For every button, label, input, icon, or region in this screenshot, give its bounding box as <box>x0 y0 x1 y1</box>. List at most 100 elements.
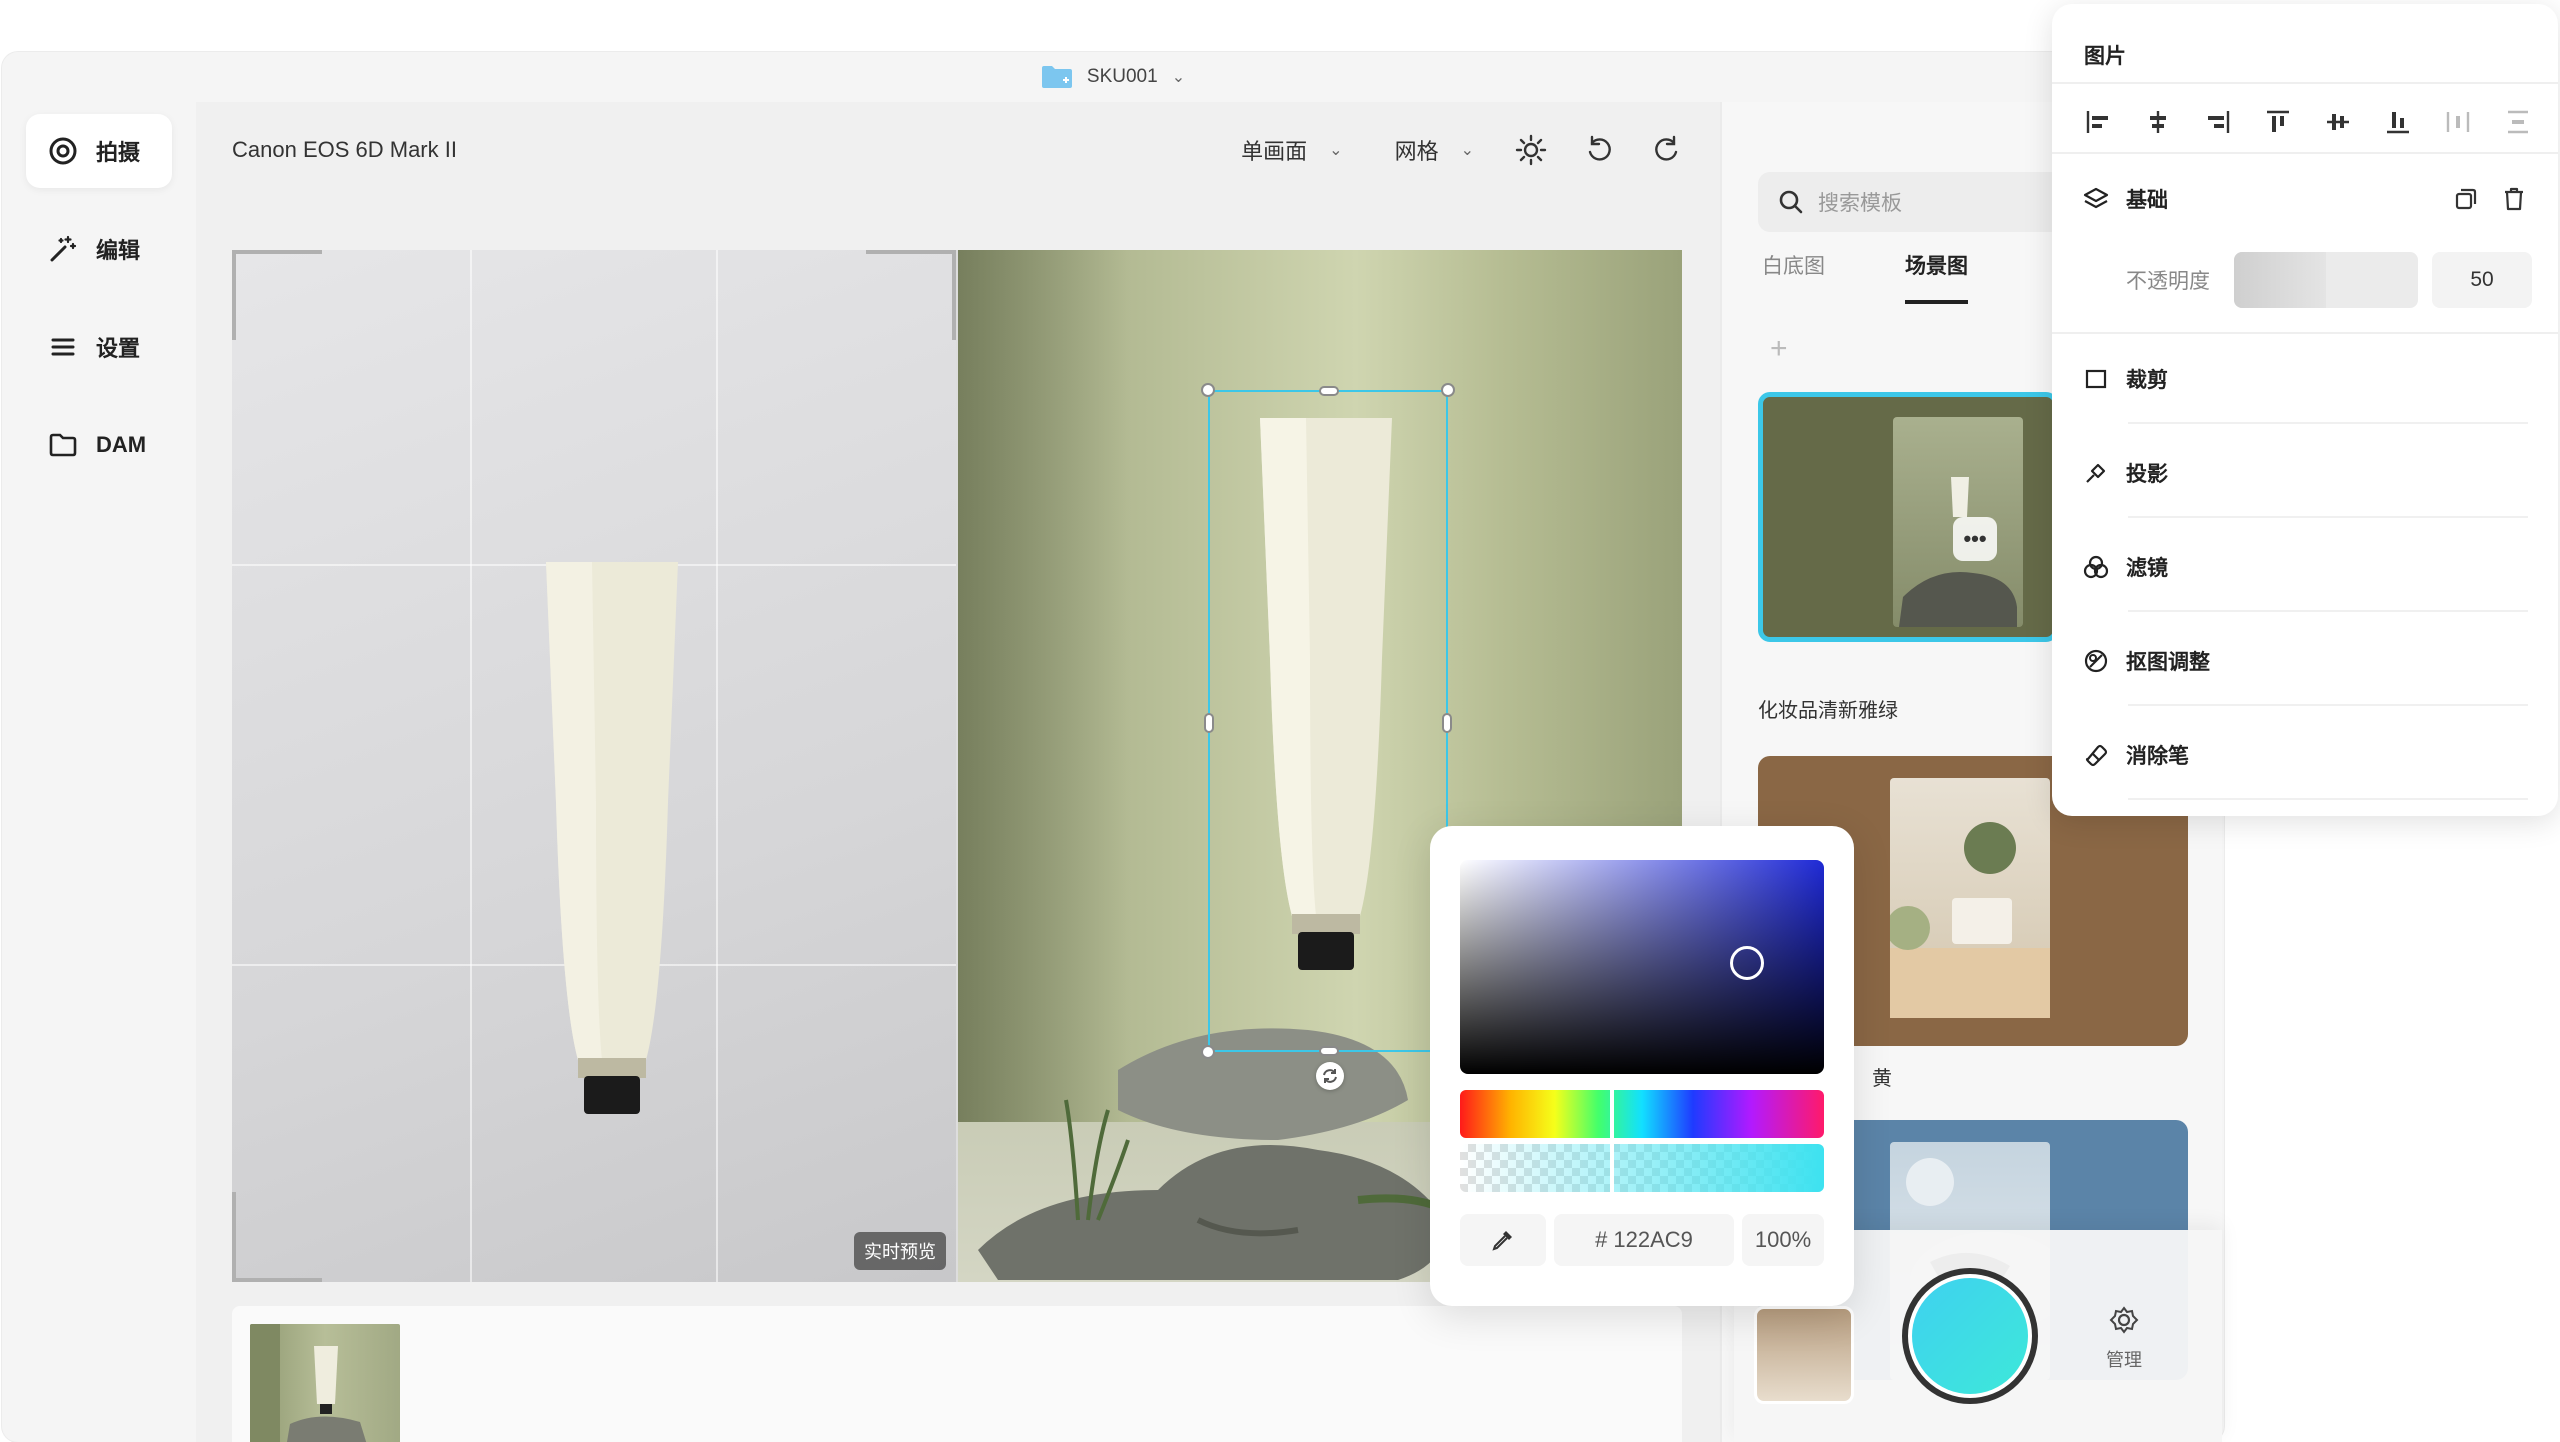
eraser-icon <box>2085 744 2108 767</box>
divider <box>2128 704 2528 706</box>
alpha-gradient <box>1460 1144 1824 1192</box>
chevron-down-icon: ⌄ <box>1460 142 1474 159</box>
eyedropper-button[interactable] <box>1460 1214 1546 1266</box>
align-right-icon <box>2208 111 2230 133</box>
resize-handle-top[interactable] <box>1319 386 1339 396</box>
resize-handle-tl[interactable] <box>1201 383 1215 397</box>
alpha-input[interactable]: 100% <box>1742 1214 1824 1266</box>
section-cutout[interactable]: 抠图调整 <box>2082 646 2528 676</box>
opacity-label: 不透明度 <box>2126 270 2210 293</box>
section-filter[interactable]: 滤镜 <box>2082 552 2528 582</box>
nav-item-label: 设置 <box>96 336 141 361</box>
hue-slider-thumb[interactable] <box>1610 1086 1614 1142</box>
canvas-toolbar: Canon EOS 6D Mark II 单画面 ⌄ 网格 ⌄ <box>196 102 1720 198</box>
panel-title: 图片 <box>2084 45 2126 68</box>
hex-input[interactable]: # 122AC9 <box>1554 1214 1734 1266</box>
duplicate-icon[interactable] <box>2452 185 2480 213</box>
color-input-row: # 122AC9 100% <box>1460 1214 1824 1266</box>
divider <box>2128 798 2528 800</box>
shadow-icon <box>2086 463 2106 483</box>
align-right-button[interactable] <box>2200 104 2236 140</box>
manage-label: 管理 <box>2106 1350 2142 1370</box>
brightness-button[interactable] <box>1514 133 1548 167</box>
align-center-h-icon <box>2150 111 2166 133</box>
manage-button[interactable]: 管理 <box>2106 1304 2142 1372</box>
last-capture-thumbnail[interactable] <box>1754 1306 1854 1404</box>
section-label: 投影 <box>2126 463 2168 486</box>
resize-handle-tr[interactable] <box>1441 383 1455 397</box>
nav-item-settings[interactable]: 设置 <box>26 310 172 384</box>
grid-select[interactable]: 网格 ⌄ <box>1395 134 1474 166</box>
tab-white-bg[interactable]: 白底图 <box>1762 250 1825 304</box>
distribute-v-button[interactable] <box>2500 104 2536 140</box>
add-template-icon[interactable]: + <box>1770 332 1788 366</box>
folder-icon <box>49 433 77 457</box>
search-icon <box>1779 190 1803 214</box>
align-left-button[interactable] <box>2080 104 2116 140</box>
distribute-h-button[interactable] <box>2440 104 2476 140</box>
tab-scene[interactable]: 场景图 <box>1905 250 1968 304</box>
project-name[interactable]: SKU001 <box>1087 66 1158 88</box>
distribute-v-icon <box>2508 110 2528 134</box>
section-label: 抠图调整 <box>2126 651 2210 674</box>
crop-icon <box>2085 369 2107 389</box>
template-more-button[interactable]: ••• <box>1953 517 1997 561</box>
menu-icon <box>51 338 75 356</box>
nav-item-label: 编辑 <box>96 238 141 263</box>
rotate-left-icon <box>1588 135 1611 161</box>
distribute-h-icon <box>2446 112 2470 132</box>
sun-icon <box>1515 134 1547 166</box>
template-card-selected[interactable]: ••• <box>1758 392 2058 642</box>
nav-item-edit[interactable]: 编辑 <box>26 212 172 286</box>
camera-name: Canon EOS 6D Mark II <box>232 137 457 162</box>
resize-handle-right[interactable] <box>1442 713 1452 733</box>
shutter-button[interactable] <box>1902 1268 2038 1404</box>
align-center-v-button[interactable] <box>2320 104 2356 140</box>
rotate-handle[interactable] <box>1316 1062 1344 1090</box>
view-mode-select[interactable]: 单画面 ⌄ <box>1241 134 1342 166</box>
magic-wand-icon <box>50 235 77 262</box>
filmstrip-thumbnail[interactable] <box>250 1324 400 1442</box>
align-toolbar <box>2080 104 2536 140</box>
cutout-icon <box>2084 649 2108 673</box>
nav-item-dam[interactable]: DAM <box>26 408 172 482</box>
shutter-color-fill <box>1912 1278 2028 1394</box>
chevron-down-icon[interactable]: ⌄ <box>1172 67 1185 87</box>
color-picker-popover: # 122AC9 100% <box>1430 826 1854 1306</box>
section-eraser[interactable]: 消除笔 <box>2082 740 2528 770</box>
trash-icon[interactable] <box>2500 185 2528 213</box>
opacity-value-input[interactable]: 50 <box>2432 252 2532 308</box>
alpha-slider[interactable] <box>1460 1144 1824 1192</box>
align-bottom-icon <box>2387 112 2409 134</box>
resize-handle-left[interactable] <box>1204 713 1214 733</box>
hue-slider[interactable] <box>1460 1090 1824 1138</box>
align-top-button[interactable] <box>2260 104 2296 140</box>
resize-handle-bl[interactable] <box>1201 1045 1215 1059</box>
crop-corner <box>232 250 322 340</box>
saturation-value-area[interactable] <box>1460 860 1824 1074</box>
rotate-right-button[interactable] <box>1650 133 1684 167</box>
divider <box>2052 332 2558 334</box>
color-cursor[interactable] <box>1730 946 1764 980</box>
opacity-slider[interactable] <box>2234 252 2418 308</box>
align-bottom-button[interactable] <box>2380 104 2416 140</box>
nav-item-capture[interactable]: 拍摄 <box>26 114 172 188</box>
grid-line <box>470 250 472 1282</box>
opacity-row: 不透明度 50 <box>2126 252 2532 308</box>
alpha-slider-thumb[interactable] <box>1610 1140 1614 1196</box>
selection-box[interactable] <box>1201 383 1455 1059</box>
section-basic-label: 基础 <box>2126 189 2168 212</box>
section-shadow[interactable]: 投影 <box>2082 458 2528 488</box>
align-center-h-button[interactable] <box>2140 104 2176 140</box>
rotate-left-button[interactable] <box>1582 133 1616 167</box>
crop-corner <box>232 1192 322 1282</box>
divider <box>2128 610 2528 612</box>
template-preview-image <box>1886 822 2050 1018</box>
product-tube-image <box>546 562 678 1114</box>
section-basic[interactable]: 基础 <box>2082 184 2528 214</box>
live-camera-pane[interactable]: 实时预览 <box>232 250 956 1282</box>
section-crop[interactable]: 裁剪 <box>2082 364 2528 394</box>
thumbnail-image <box>250 1324 367 1442</box>
section-label: 裁剪 <box>2126 369 2168 392</box>
resize-handle-bottom[interactable] <box>1319 1046 1339 1056</box>
